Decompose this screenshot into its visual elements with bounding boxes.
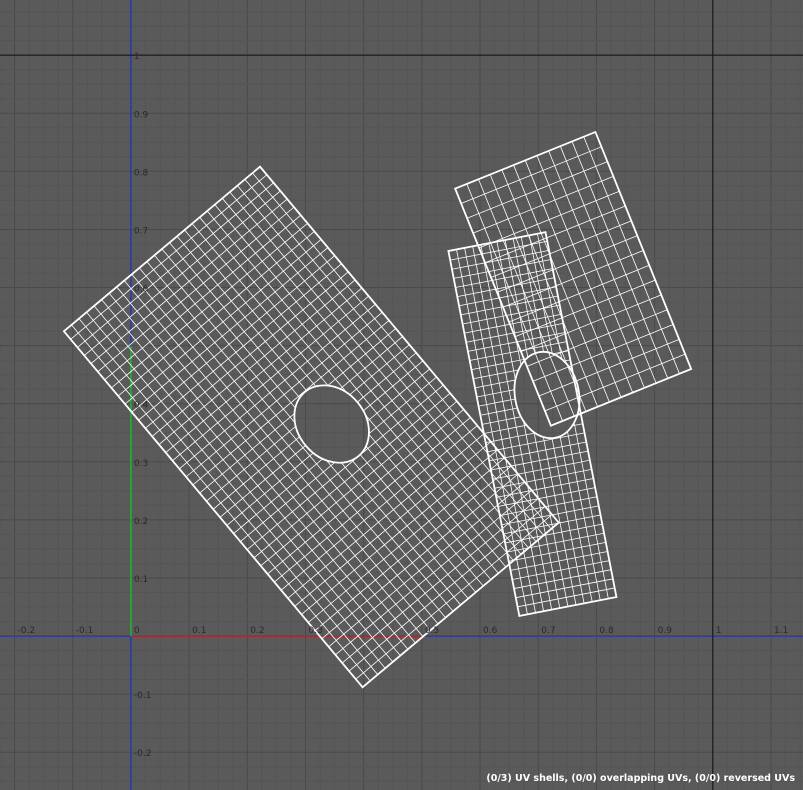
v-tick-label: 1 (134, 52, 140, 62)
u-tick-label: 0.3 (308, 626, 322, 636)
uv-grid (0, 0, 803, 790)
uv-edge (301, 449, 498, 615)
uv-edge (287, 433, 485, 599)
v-tick-label: 0.4 (134, 401, 149, 411)
uv-axes (0, 0, 803, 790)
u-tick-label: 1 (716, 626, 722, 636)
uv-status-text: (0/3) UV shells, (0/0) overlapping UVs, … (486, 773, 795, 784)
uv-edge (328, 481, 526, 648)
u-tick-label: 0.2 (250, 626, 264, 636)
uv-edge (131, 247, 329, 413)
v-tick-label: 0.3 (134, 459, 148, 469)
u-tick-label: -0.2 (18, 626, 36, 636)
uv-edge (233, 368, 430, 534)
uv-edge (219, 352, 417, 518)
u-tick-label: 0.9 (658, 626, 673, 636)
u-tick-label: 0.1 (192, 626, 206, 636)
uv-edge (172, 295, 369, 461)
v-tick-label: 0.1 (134, 575, 148, 585)
uv-hole-border (513, 350, 581, 440)
uv-edge (77, 182, 274, 348)
u-tick-label: 0.8 (599, 626, 614, 636)
v-tick-label: -0.1 (134, 691, 152, 701)
u-tick-label: 1.1 (774, 626, 788, 636)
uv-edge (111, 222, 308, 389)
uv-shell-strip-with-hole[interactable] (447, 231, 618, 618)
uv-edge (104, 214, 302, 381)
uv-edge (212, 344, 410, 510)
v-tick-label: 0.2 (134, 517, 148, 527)
uv-edge (308, 457, 505, 623)
uv-edge (321, 473, 519, 639)
v-tick-label: -0.2 (134, 749, 152, 759)
u-tick-label: 0.6 (483, 626, 498, 636)
uv-edge (124, 239, 322, 405)
uv-edge (151, 271, 349, 437)
uv-edge (97, 206, 295, 373)
u-tick-label: -0.1 (76, 626, 94, 636)
uv-edge (70, 174, 268, 340)
uv-edge (185, 311, 383, 478)
v-tick-label: 0.9 (134, 110, 149, 120)
v-tick-label: 0.8 (134, 168, 149, 178)
uv-edge (179, 303, 376, 470)
u-tick-label: 0.7 (541, 626, 555, 636)
v-tick-label: 0.6 (134, 285, 149, 295)
u-tick-label: 0.5 (425, 626, 439, 636)
v-tick-label: 0.7 (134, 226, 148, 236)
uv-editor-viewport[interactable]: -0.2 -0.1 0 0.1 0.2 0.3 0.5 0.6 0.7 0.8 0.9 1 1.1 1 0.… (0, 0, 803, 790)
uv-canvas[interactable]: -0.2 -0.1 0 0.1 0.2 0.3 0.5 0.6 0.7 0.8 0.9 1 1.1 1 0.… (0, 0, 803, 790)
uv-edge (199, 328, 397, 494)
uv-edge (165, 287, 363, 453)
uv-bounds (0, 0, 803, 790)
uv-edge (117, 231, 315, 397)
uv-edge (260, 400, 458, 567)
u-tick-label: 0 (134, 626, 140, 636)
uv-edge (158, 279, 356, 445)
